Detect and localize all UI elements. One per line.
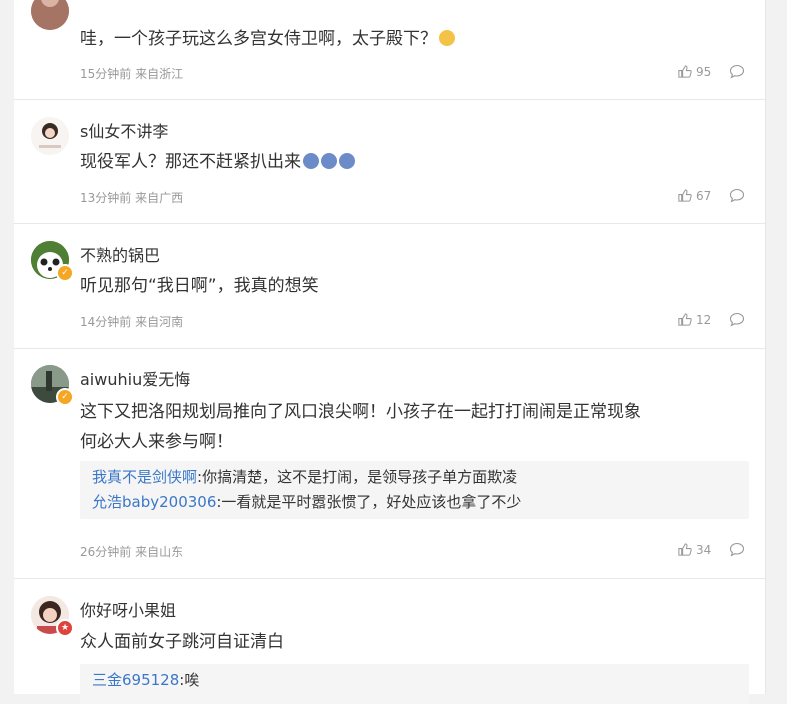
star-badge-icon: ★ (56, 619, 74, 637)
avatar-image (31, 117, 69, 155)
verified-badge-icon: ✓ (56, 388, 74, 406)
reply-button[interactable] (729, 312, 745, 327)
comment-bubble-icon (729, 312, 745, 327)
comment-text: 哇，一个孩子玩这么多宫女侍卫啊，太子殿下？ (80, 24, 744, 54)
comment-text: 现役军人？那还不赶紧扒出来 (80, 147, 744, 177)
comment-item: ✓ aiwuhiu爱无悔 这下又把洛阳规划局推向了风口浪尖啊！小孩子在一起打打闹… (14, 349, 765, 579)
reply-username[interactable]: 我真不是剑侠啊 (92, 468, 197, 486)
comment-item: ✓ 不熟的锅巴 听见那句“我日啊”，我真的想笑 14分钟前 来自河南 12 (14, 224, 765, 349)
panda-face-emoji-icon (303, 153, 319, 169)
comment-meta: 26分钟前 来自山东 (80, 545, 184, 559)
reply-item: 我真不是剑侠啊:你搞清楚，这不是打闹，是领导孩子单方面欺凌 (92, 465, 749, 490)
comment-text-content: 哇，一个孩子玩这么多宫女侍卫啊，太子殿下？ (80, 29, 437, 49)
avatar[interactable] (31, 117, 69, 155)
thumbs-up-icon (678, 313, 692, 326)
comment-text: 这下又把洛阳规划局推向了风口浪尖啊！小孩子在一起打打闹闹是正常现象 何必大人来参… (80, 397, 744, 457)
comment-bubble-icon (729, 188, 745, 203)
thumbs-up-icon (678, 543, 692, 556)
comment-text: 听见那句“我日啊”，我真的想笑 (80, 276, 319, 296)
username[interactable]: 不熟的锅巴 (80, 242, 160, 266)
comment-text: 众人面前女子跳河自证清白 (80, 632, 284, 652)
comment-item: 哇，一个孩子玩这么多宫女侍卫啊，太子殿下？ 15分钟前 来自浙江 95 (14, 0, 765, 100)
username[interactable]: 你好呀小果姐 (80, 597, 176, 621)
username[interactable]: s仙女不讲李 (80, 118, 168, 142)
like-count: 95 (696, 64, 712, 79)
comment-meta: 14分钟前 来自河南 (80, 315, 184, 329)
comment-text-line: 何必大人来参与啊！ (80, 432, 233, 452)
reply-text: :唉 (179, 671, 200, 689)
panda-face-emoji-icon (339, 153, 355, 169)
like-button[interactable]: 12 (677, 312, 711, 327)
reply-username[interactable]: 允浩baby200306 (92, 493, 216, 511)
reply-text: :一看就是平时嚣张惯了，好处应该也拿了不少 (216, 493, 522, 511)
like-count: 67 (696, 188, 712, 203)
reply-item: 允浩baby200306:一看就是平时嚣张惯了，好处应该也拿了不少 (92, 490, 749, 515)
reply-text: :你搞清楚，这不是打闹，是领导孩子单方面欺凌 (197, 468, 518, 486)
reply-item: 三金695128:唉 (92, 668, 749, 693)
grinning-cat-emoji-icon (439, 30, 455, 46)
thumbs-up-icon (678, 65, 692, 78)
comment-text-content: 现役军人？那还不赶紧扒出来 (80, 152, 301, 172)
comment-bubble-icon (729, 542, 745, 557)
like-count: 34 (696, 542, 712, 557)
panda-face-emoji-icon (321, 153, 337, 169)
comment-meta: 13分钟前 来自广西 (80, 191, 184, 205)
reply-button[interactable] (729, 64, 745, 79)
like-button[interactable]: 95 (677, 64, 711, 79)
like-button[interactable]: 34 (677, 542, 711, 557)
reply-button[interactable] (729, 542, 745, 557)
like-button[interactable]: 67 (677, 188, 711, 203)
reply-preview-box[interactable]: 三金695128:唉 (80, 664, 749, 704)
reply-button[interactable] (729, 188, 745, 203)
comment-meta: 15分钟前 来自浙江 (80, 67, 184, 81)
username[interactable]: aiwuhiu爱无悔 (80, 366, 190, 390)
comment-text-line: 这下又把洛阳规划局推向了风口浪尖啊！小孩子在一起打打闹闹是正常现象 (80, 402, 641, 422)
comment-item: s仙女不讲李 现役军人？那还不赶紧扒出来 13分钟前 来自广西 67 (14, 100, 765, 224)
verified-badge-icon: ✓ (56, 264, 74, 282)
reply-preview-box[interactable]: 我真不是剑侠啊:你搞清楚，这不是打闹，是领导孩子单方面欺凌 允浩baby2003… (80, 461, 749, 519)
comment-list: 哇，一个孩子玩这么多宫女侍卫啊，太子殿下？ 15分钟前 来自浙江 95 s仙女不… (14, 0, 766, 704)
avatar-image (31, 0, 69, 30)
reply-username[interactable]: 三金695128 (92, 671, 179, 689)
like-count: 12 (696, 312, 712, 327)
comment-bubble-icon (729, 64, 745, 79)
comment-item: ★ 你好呀小果姐 众人面前女子跳河自证清白 三金695128:唉 (14, 579, 765, 704)
thumbs-up-icon (678, 189, 692, 202)
avatar[interactable] (31, 0, 69, 30)
